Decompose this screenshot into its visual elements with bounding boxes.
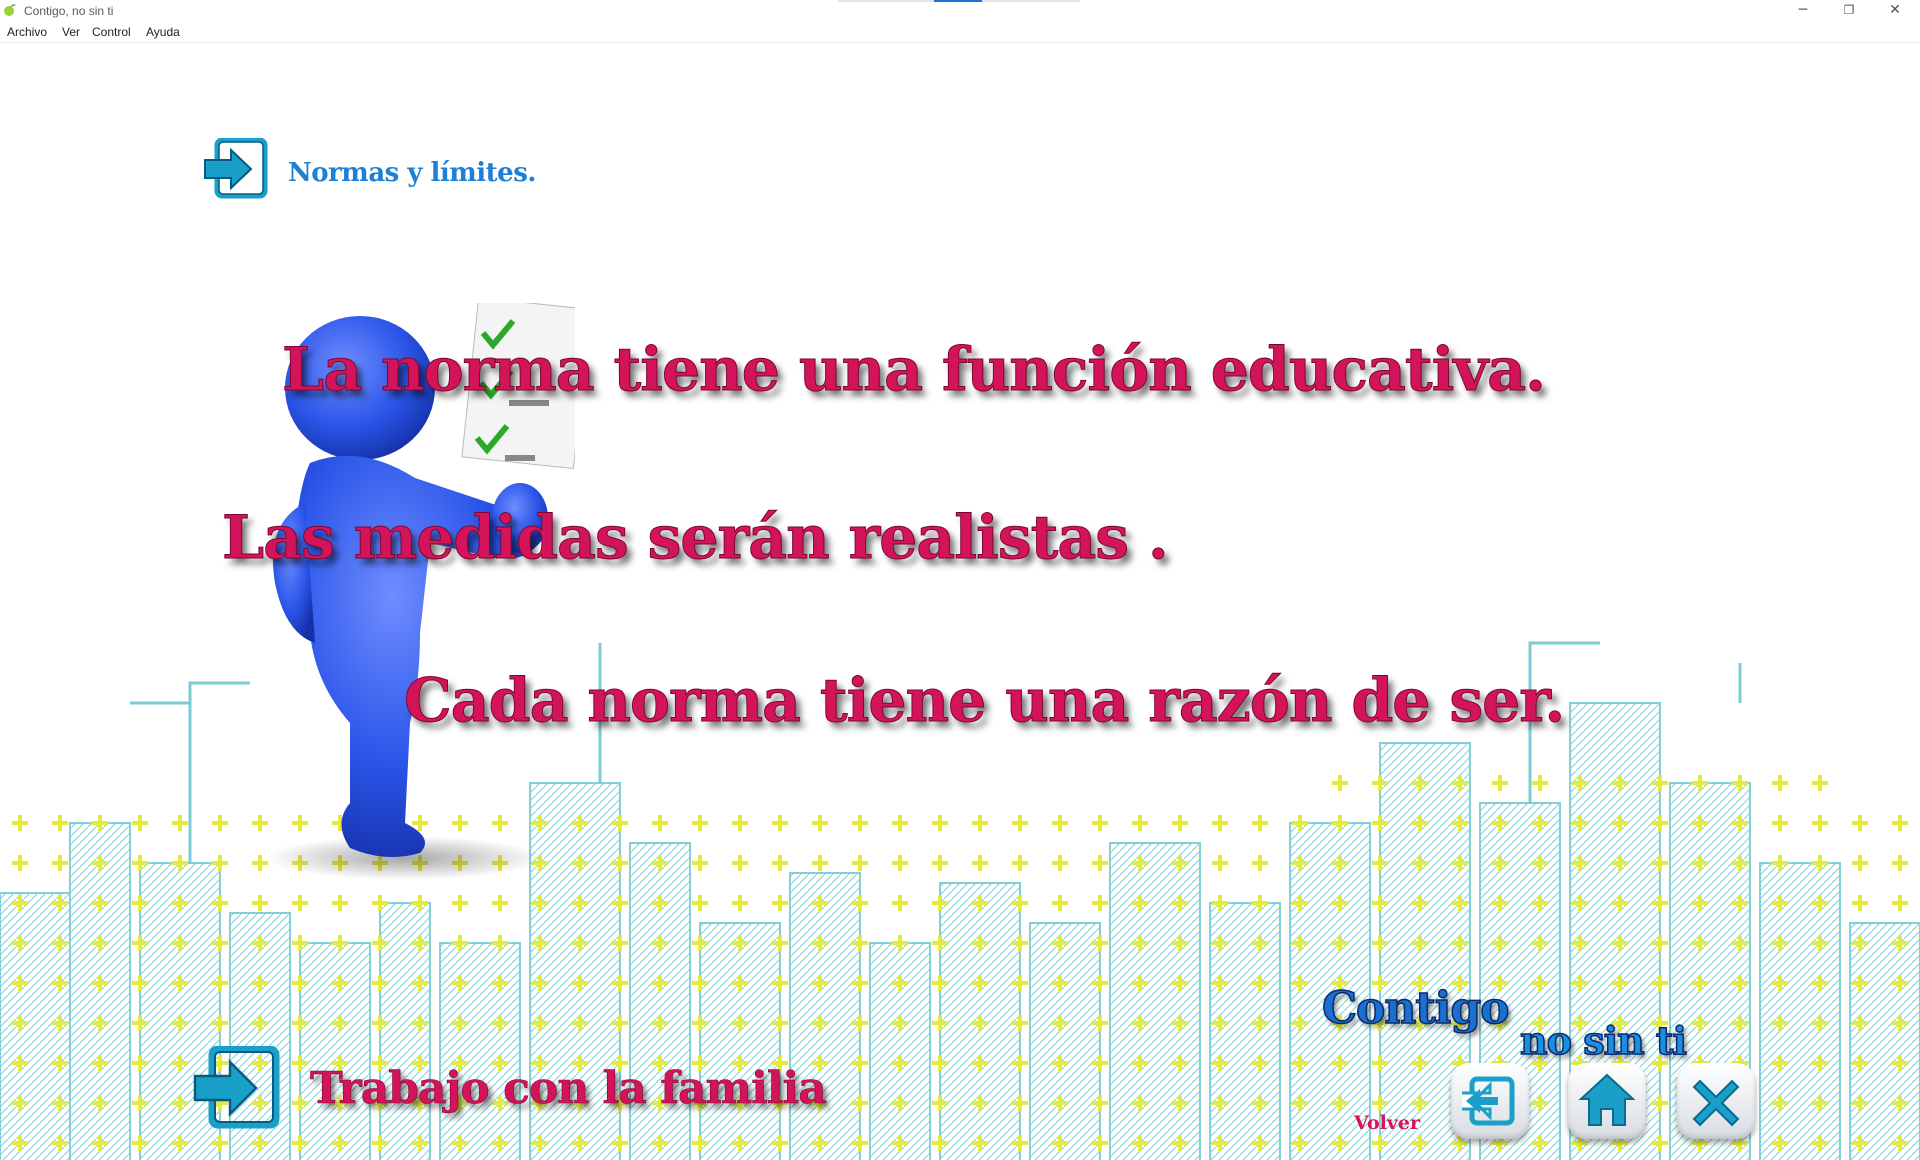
window-title: Contigo, no sin ti	[24, 4, 114, 18]
section-title: Normas y límites.	[288, 158, 536, 188]
logo-no-sin-ti: no sin ti	[1519, 1017, 1687, 1064]
home-icon	[1578, 1073, 1636, 1126]
family-work-link[interactable]: Trabajo con la familia	[310, 1063, 827, 1115]
statement-line-1: La norma tiene una función educativa.	[281, 335, 1546, 406]
menu-bar: Archivo Ver Control Ayuda	[0, 22, 1920, 43]
menu-control[interactable]: Control	[92, 25, 131, 39]
logo-contigo: Contigo	[1321, 982, 1510, 1035]
statement-line-2: Las medidas serán realistas .	[222, 503, 1170, 574]
close-x-icon	[1692, 1079, 1740, 1127]
close-window-button[interactable]: ✕	[1872, 0, 1918, 22]
restore-button[interactable]: ❐	[1826, 0, 1872, 22]
slide-canvas: Normas y límites. La norma tiene una fun…	[0, 43, 1920, 1160]
menu-archivo[interactable]: Archivo	[7, 25, 47, 39]
family-enter-arrow-icon[interactable]	[192, 1046, 280, 1130]
app-logo-icon	[4, 4, 16, 16]
back-arrow-icon	[1462, 1076, 1515, 1126]
menu-ayuda[interactable]: Ayuda	[146, 25, 180, 39]
enter-arrow-icon[interactable]	[203, 138, 269, 200]
back-button[interactable]	[1451, 1063, 1529, 1139]
titlebar-indicator	[838, 0, 1080, 2]
exit-button[interactable]	[1677, 1063, 1755, 1139]
back-label: Volver	[1354, 1112, 1421, 1134]
home-button[interactable]	[1568, 1063, 1646, 1139]
minimize-button[interactable]: ─	[1780, 0, 1826, 22]
title-bar: Contigo, no sin ti ─ ❐ ✕	[0, 0, 1920, 22]
statement-line-3: Cada norma tiene una razón de ser.	[403, 666, 1565, 737]
menu-ver[interactable]: Ver	[62, 25, 80, 39]
